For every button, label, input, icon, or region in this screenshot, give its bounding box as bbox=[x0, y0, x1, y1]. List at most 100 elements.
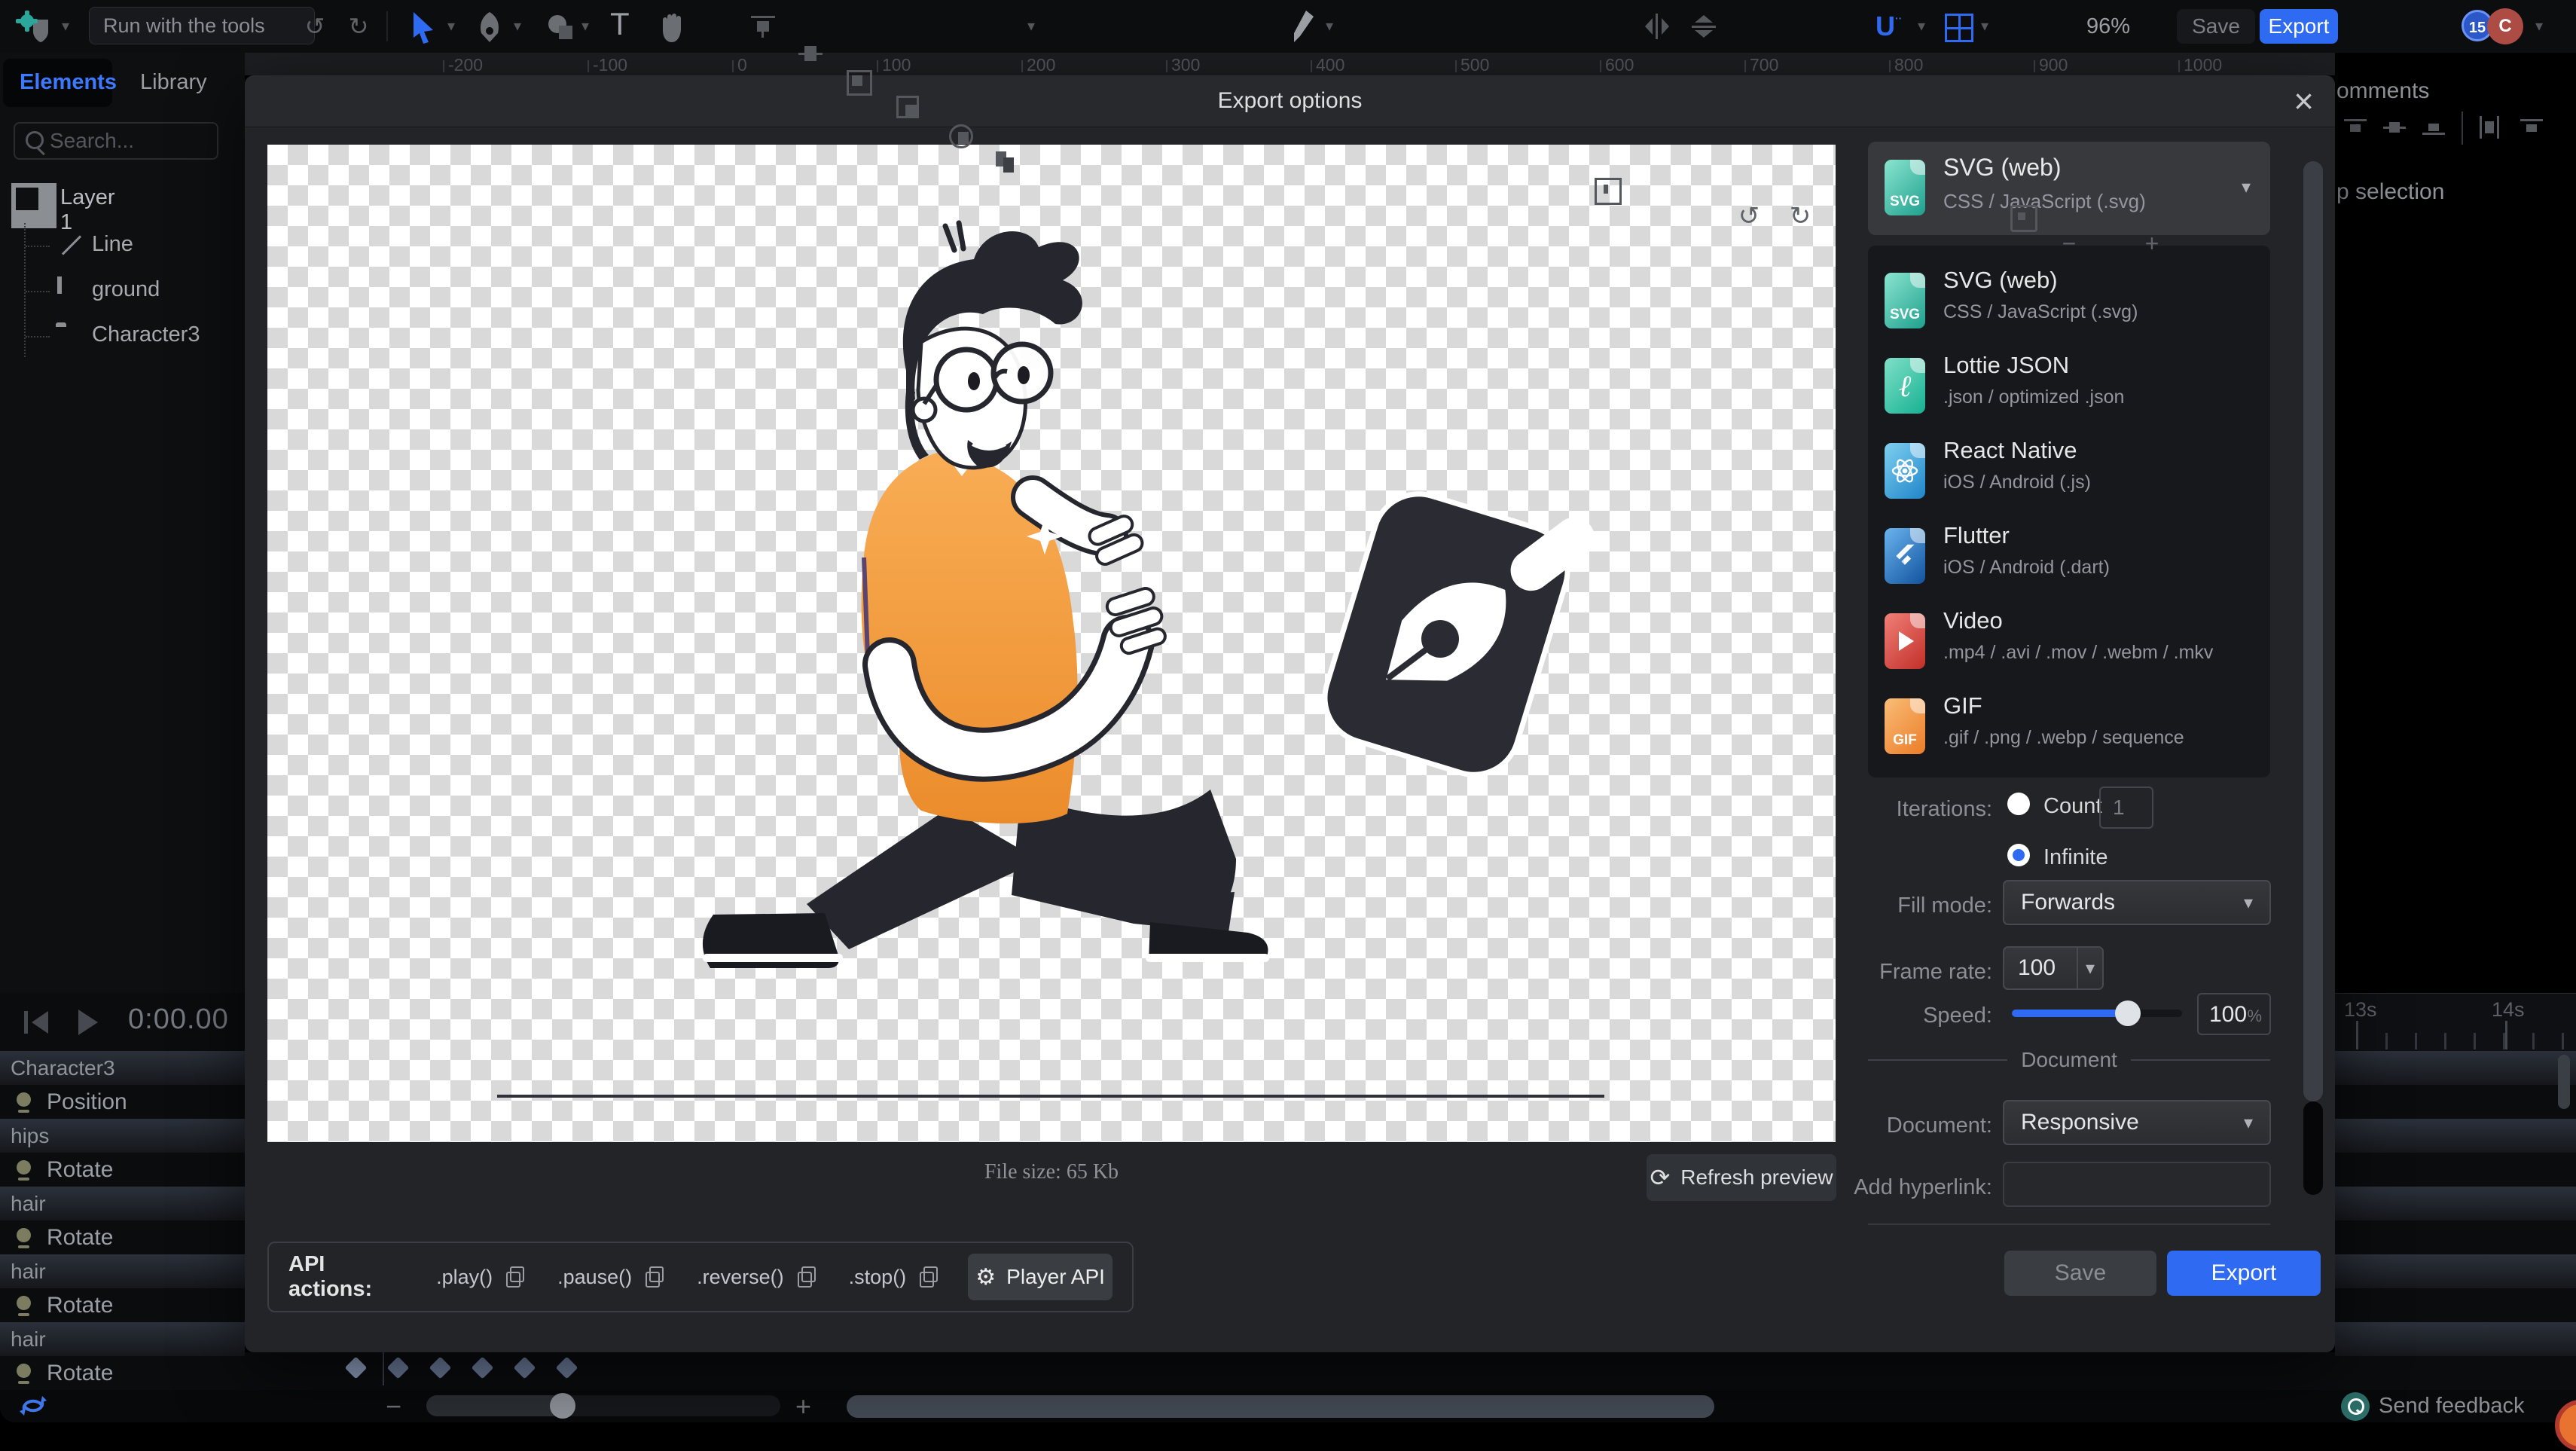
shape-tool-caret[interactable]: ▾ bbox=[581, 0, 589, 53]
timeline-row-hair[interactable]: hair bbox=[0, 1254, 245, 1288]
send-feedback-label[interactable]: Send feedback bbox=[2379, 1394, 2524, 1419]
keyframe-pin[interactable] bbox=[556, 1357, 578, 1379]
modal-save-button[interactable]: Save bbox=[2004, 1251, 2156, 1296]
timeline-vscrollbar[interactable] bbox=[2558, 1055, 2570, 1109]
timeline-lane[interactable] bbox=[2335, 1153, 2576, 1187]
player-api-button[interactable]: ⚙ Player API bbox=[968, 1254, 1113, 1300]
count-input[interactable]: 1 bbox=[2099, 787, 2153, 829]
timeline-lane[interactable] bbox=[2335, 1119, 2576, 1153]
timeline-lane[interactable] bbox=[2335, 1288, 2576, 1322]
copy-icon[interactable] bbox=[798, 1266, 816, 1288]
grid-icon[interactable] bbox=[1945, 14, 1973, 42]
zoom-out-icon[interactable]: − bbox=[2058, 217, 2080, 270]
rotate-ccw-90-icon[interactable]: ↺ bbox=[1732, 190, 1766, 243]
shape-tool-icon[interactable] bbox=[545, 12, 575, 46]
timeline-row-hair[interactable]: hair bbox=[0, 1187, 245, 1220]
keyframe-property-icon[interactable] bbox=[17, 1160, 31, 1175]
copy-icon[interactable] bbox=[506, 1266, 524, 1288]
timeline-row-character3[interactable]: Character3 bbox=[0, 1051, 245, 1085]
keyframe-pin[interactable] bbox=[345, 1357, 368, 1379]
tree-item-line[interactable]: Line bbox=[14, 223, 18, 268]
draw-mode-icon[interactable] bbox=[1290, 9, 1315, 47]
draw-mode-caret[interactable]: ▾ bbox=[1326, 0, 1333, 53]
timeline-lane[interactable] bbox=[2335, 1085, 2576, 1119]
rotate-cw-90-icon[interactable]: ↻ bbox=[1784, 190, 1817, 243]
snapping-magnet-icon[interactable]: U·· bbox=[1876, 11, 1902, 42]
timeline-row-rotate[interactable]: Rotate bbox=[0, 1288, 245, 1322]
timeline-lane[interactable] bbox=[2335, 1051, 2576, 1085]
timeline-lane[interactable] bbox=[2335, 1220, 2576, 1254]
save-button[interactable]: Save bbox=[2177, 9, 2255, 44]
format-option-gif[interactable]: GIFGIF.gif / .png / .webp / sequence bbox=[1868, 685, 2270, 769]
tree-item-layer1[interactable]: Layer 1 bbox=[14, 179, 18, 223]
export-button[interactable]: Export bbox=[2260, 9, 2338, 44]
keyframe-pin[interactable] bbox=[472, 1357, 494, 1379]
snapping-caret[interactable]: ▾ bbox=[1918, 0, 1925, 53]
pen-tool-caret[interactable]: ▾ bbox=[514, 0, 521, 53]
speed-slider-handle[interactable] bbox=[2115, 1000, 2141, 1026]
format-option-video[interactable]: Video.mp4 / .avi / .mov / .webm / .mkv bbox=[1868, 600, 2270, 684]
feedback-icon[interactable] bbox=[2341, 1392, 2370, 1421]
zoom-level[interactable]: 96% bbox=[2086, 0, 2130, 53]
group-transform-icon[interactable] bbox=[895, 94, 922, 121]
timeline-seconds-ruler[interactable]: 13s14s bbox=[2335, 993, 2576, 1052]
tree-item-ground[interactable]: ground bbox=[14, 268, 18, 313]
fit-to-screen-icon[interactable] bbox=[2008, 203, 2035, 230]
zoom-in-icon[interactable]: + bbox=[2141, 217, 2163, 270]
timeline-row-rotate[interactable]: Rotate bbox=[0, 1153, 245, 1187]
play-icon[interactable] bbox=[78, 1010, 98, 1035]
search-input[interactable]: Search... bbox=[14, 122, 218, 160]
modal-export-button[interactable]: Export bbox=[2167, 1251, 2321, 1296]
skip-to-start-icon[interactable] bbox=[32, 1011, 48, 1037]
align-middle-icon[interactable] bbox=[797, 40, 824, 67]
copy-icon[interactable] bbox=[646, 1266, 664, 1288]
copy-icon[interactable] bbox=[920, 1266, 938, 1288]
tab-library[interactable]: Library bbox=[140, 56, 207, 108]
flip-horizontal-icon[interactable] bbox=[1644, 14, 1671, 43]
count-radio[interactable] bbox=[2007, 793, 2030, 815]
loop-playback-icon[interactable] bbox=[18, 1394, 48, 1421]
format-option-flutter[interactable]: FlutteriOS / Android (.dart) bbox=[1868, 515, 2270, 599]
tree-item-character3[interactable]: Character3 bbox=[14, 313, 18, 359]
avatar[interactable]: C bbox=[2487, 8, 2523, 44]
hand-tool-icon[interactable] bbox=[657, 11, 687, 47]
timeline-lane[interactable] bbox=[2335, 1356, 2576, 1390]
timeline-row-hips[interactable]: hips bbox=[0, 1119, 245, 1153]
account-caret[interactable]: ▾ bbox=[2535, 0, 2543, 53]
keyframe-property-icon[interactable] bbox=[17, 1228, 31, 1242]
tab-elements[interactable]: Elements bbox=[20, 56, 117, 108]
frame-rate-select[interactable]: 100 ▾ bbox=[2003, 946, 2104, 990]
fill-mode-select[interactable]: Forwards ▾ bbox=[2003, 880, 2271, 925]
app-logo-icon[interactable] bbox=[15, 9, 53, 49]
timeline-row-rotate[interactable]: Rotate bbox=[0, 1356, 245, 1390]
timeline-zoom-out-icon[interactable]: − bbox=[386, 1390, 401, 1422]
select-tool-icon[interactable] bbox=[411, 11, 436, 47]
align-top-icon[interactable] bbox=[749, 13, 777, 40]
keyframe-pin[interactable] bbox=[429, 1357, 452, 1379]
timeline-lane[interactable] bbox=[2335, 1322, 2576, 1356]
playhead-line[interactable] bbox=[383, 1352, 384, 1385]
timeline-zoom-in-icon[interactable]: + bbox=[795, 1390, 811, 1422]
undo-icon[interactable]: ↺ bbox=[300, 0, 330, 53]
speed-input[interactable]: 100 % bbox=[2197, 993, 2271, 1035]
options-scrollbar[interactable] bbox=[2303, 161, 2323, 1101]
project-title-input[interactable] bbox=[89, 7, 315, 44]
format-option-svg[interactable]: SVGSVG (web)CSS / JavaScript (.svg) bbox=[1868, 259, 2270, 344]
keyframe-property-icon[interactable] bbox=[17, 1092, 31, 1107]
arrange-caret[interactable]: ▾ bbox=[1027, 0, 1035, 53]
layers-icon[interactable] bbox=[993, 148, 1020, 176]
keyframe-pin[interactable] bbox=[514, 1357, 536, 1379]
timeline-lane[interactable] bbox=[2335, 1254, 2576, 1288]
select-tool-caret[interactable]: ▾ bbox=[447, 0, 455, 53]
text-tool-icon[interactable]: T bbox=[610, 6, 630, 42]
keyframe-property-icon[interactable] bbox=[17, 1364, 31, 1378]
timeline-row-position[interactable]: Position bbox=[0, 1085, 245, 1119]
grid-caret[interactable]: ▾ bbox=[1981, 0, 1988, 53]
format-option-lottie[interactable]: ℓLottie JSON.json / optimized .json bbox=[1868, 344, 2270, 429]
pen-tool-icon[interactable] bbox=[476, 11, 503, 47]
document-select[interactable]: Responsive ▾ bbox=[2003, 1100, 2271, 1145]
count-label[interactable]: Count bbox=[2043, 794, 2101, 819]
redo-icon[interactable]: ↻ bbox=[343, 0, 374, 53]
hyperlink-input[interactable] bbox=[2003, 1162, 2271, 1207]
format-option-react[interactable]: React NativeiOS / Android (.js) bbox=[1868, 429, 2270, 514]
